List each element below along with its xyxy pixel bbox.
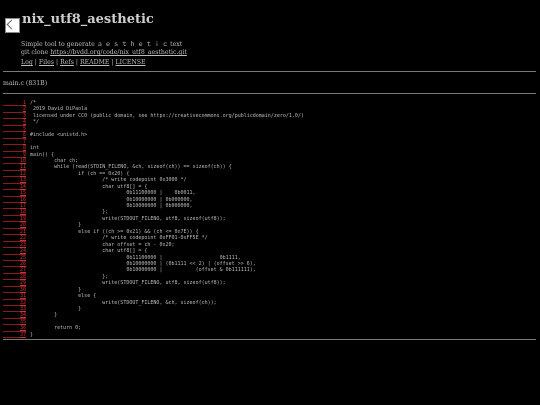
repo-title: nix_utf8_aesthetic	[22, 12, 154, 27]
repo-nav: Log | Files | Refs | README | LICENSE	[21, 59, 146, 66]
footer-divider	[3, 339, 536, 340]
line-number-link[interactable]: 37	[3, 332, 26, 339]
clone-line: git clone https://bvdd.org/code/nix_utf8…	[21, 49, 187, 56]
repo-logo-icon	[5, 18, 20, 33]
clone-url-link[interactable]: https://bvdd.org/code/nix_utf8_aesthetic…	[50, 49, 187, 56]
clone-prefix: git clone	[21, 49, 49, 56]
file-name-size: main.c (831B)	[3, 80, 48, 87]
code-line: 37}	[3, 331, 536, 339]
repo-description: Simple tool to generate ａ ｅ ｓ ｔ ｈ ｅ ｔ ｉ …	[21, 41, 183, 48]
nav-license-link[interactable]: LICENSE	[116, 59, 146, 66]
header-divider	[3, 71, 536, 72]
nav-readme-link[interactable]: README	[80, 59, 109, 66]
code-view: 1/* 2 2019 David DiPaola 3 licensed under …	[3, 100, 536, 339]
code-text: }	[30, 331, 34, 338]
nav-refs-link[interactable]: Refs	[60, 59, 74, 66]
nav-files-link[interactable]: Files	[39, 59, 54, 66]
file-divider	[3, 93, 536, 94]
nav-log-link[interactable]: Log	[21, 59, 33, 66]
